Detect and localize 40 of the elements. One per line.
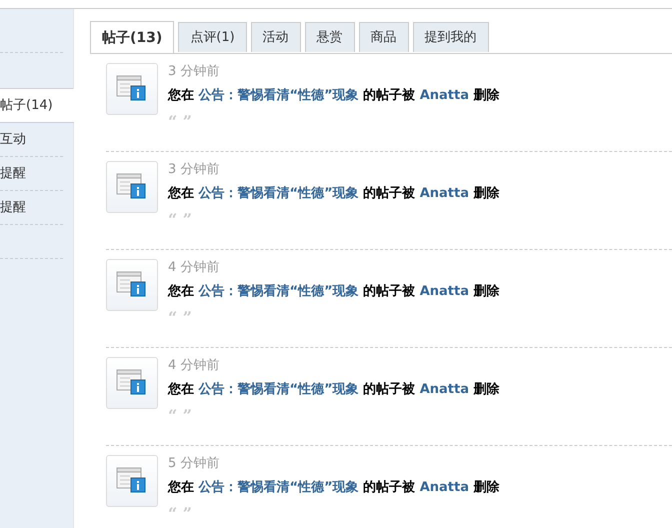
quote-marks: “ ” [168,405,193,427]
quote-marks: “ ” [168,503,193,525]
thread-link[interactable]: 公告：警惕看清“性德”现象 [198,284,359,299]
user-link[interactable]: Anatta [420,480,469,495]
quote-marks: “ ” [168,307,193,329]
tab[interactable]: 点评(1) [178,22,247,52]
notice-time: 4 分钟前 [168,357,220,375]
notice-time: 3 分钟前 [168,63,220,81]
user-link[interactable]: Anatta [420,186,469,201]
info-window-icon [106,259,158,311]
sidebar-item[interactable]: 互动 [0,123,63,157]
sidebar-item[interactable]: 帖子(14) [0,89,74,123]
tab[interactable]: 悬赏 [304,22,355,52]
info-window-icon [106,161,158,213]
user-link[interactable]: Anatta [420,88,469,103]
notice-message: 您在 公告：警惕看清“性德”现象 的帖子被 Anatta 删除 [168,478,500,497]
tab[interactable]: 活动 [250,22,301,52]
info-window-icon [106,455,158,507]
notice-message: 您在 公告：警惕看清“性德”现象 的帖子被 Anatta 删除 [168,380,500,399]
notice-time: 4 分钟前 [168,259,220,277]
tab[interactable]: 提到我的 [412,22,489,52]
notice-message: 您在 公告：警惕看清“性德”现象 的帖子被 Anatta 删除 [168,282,500,301]
quote-marks: “ ” [168,111,193,133]
user-link[interactable]: Anatta [420,382,469,397]
quote-marks: “ ” [168,209,193,231]
notice-message: 您在 公告：警惕看清“性德”现象 的帖子被 Anatta 删除 [168,184,500,203]
tab[interactable]: 商品 [358,22,409,52]
thread-link[interactable]: 公告：警惕看清“性德”现象 [198,88,359,103]
user-link[interactable]: Anatta [420,284,469,299]
info-window-icon [106,357,158,409]
notice-time: 5 分钟前 [168,455,220,473]
notice-time: 3 分钟前 [168,161,220,179]
thread-link[interactable]: 公告：警惕看清“性德”现象 [198,186,359,201]
thread-link[interactable]: 公告：警惕看清“性德”现象 [198,480,359,495]
tab[interactable]: 帖子(13) [90,21,174,53]
sidebar-item[interactable]: 提醒 [0,191,63,225]
notice-message: 您在 公告：警惕看清“性德”现象 的帖子被 Anatta 删除 [168,86,500,105]
sidebar-item[interactable]: 提醒 [0,157,63,191]
info-window-icon [106,63,158,115]
thread-link[interactable]: 公告：警惕看清“性德”现象 [198,382,359,397]
